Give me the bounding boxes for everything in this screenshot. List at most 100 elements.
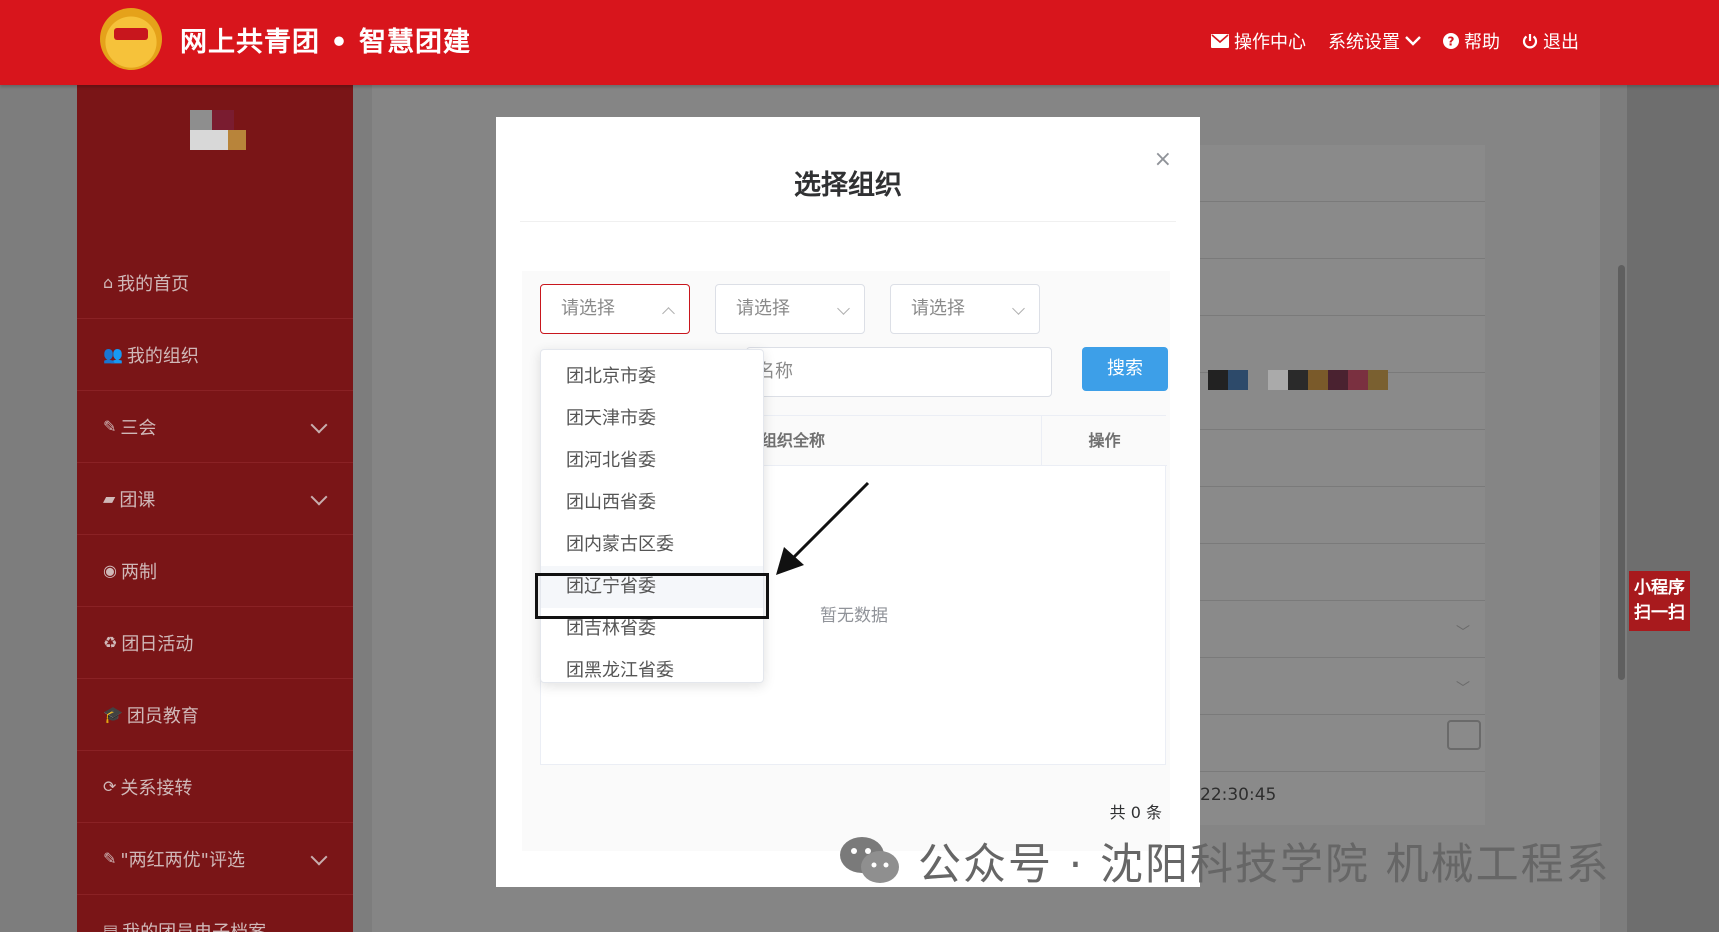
refresh-icon: ⟳ [103,777,117,796]
sidebar: ⌂ 我的首页 👥 我的组织 ✎ 三会 ▰ 团课 ◉ 两制 ♻ 团日活动 🎓 团员… [77,85,353,932]
mini-program-line1: 小程序 [1634,578,1685,598]
sidebar-item-my-org[interactable]: 👥 我的组织 [77,319,353,391]
sidebar-item-label: 团课 [119,489,156,511]
chevron-down-icon [837,302,850,315]
sidebar-item-label: "两红两优"评选 [120,849,245,871]
form-row [1190,202,1485,259]
pixelated-redaction [1208,370,1388,390]
chevron-down-icon: ﹀ [1456,681,1470,697]
chevron-down-icon [310,488,328,506]
total-count: 共 0 条 [1109,803,1162,822]
mini-program-line2: 扫一扫 [1634,603,1685,623]
sidebar-item-label: 三会 [120,417,157,439]
form-row [1190,601,1485,658]
chevron-down-icon [310,848,328,866]
form-row [1190,430,1485,487]
form-row [1190,715,1485,772]
org-name-input[interactable]: 名称 [746,347,1052,397]
target-icon: ◉ [103,561,117,580]
dropdown-option[interactable]: 团天津市委 [541,398,763,440]
sidebar-item-label: 我的首页 [117,273,190,295]
chevron-up-icon [662,307,675,320]
sidebar-item-home[interactable]: ⌂ 我的首页 [77,247,353,319]
scrollbar[interactable] [1618,265,1625,680]
form-row [1190,259,1485,316]
folder-icon: ▰ [103,489,116,508]
top-header: 网上共青团 • 智慧团建 操作中心 系统设置 ? 帮助 退出 [0,0,1719,85]
form-row [1190,544,1485,601]
nav-label: 系统设置 [1328,32,1400,53]
brand-title: 网上共青团 • 智慧团建 [180,27,472,58]
province-select[interactable]: 请选择 [540,284,690,334]
graduation-cap-icon: 🎓 [103,705,123,724]
chevron-down-icon: ﹀ [1456,625,1470,641]
dropdown-option[interactable]: 团河北省委 [541,440,763,482]
nav-logout[interactable]: 退出 [1522,28,1579,54]
sidebar-item-member-education[interactable]: 🎓 团员教育 [77,679,353,751]
divider [520,221,1176,222]
avatar [190,110,250,150]
nav-label: 退出 [1543,32,1579,53]
form-row [1190,145,1485,202]
help-icon: ? [1443,33,1459,49]
search-button[interactable]: 搜索 [1082,347,1168,391]
province-dropdown: 团北京市委 团天津市委 团河北省委 团山西省委 团内蒙古区委 团辽宁省委 团吉林… [540,349,764,683]
chevron-down-icon [310,416,328,434]
file-icon: ▤ [103,921,119,932]
edit-icon [1447,720,1481,750]
watermark-text: 公众号 · 沈阳科技学院 机械工程系 [918,840,1611,890]
district-select[interactable]: 请选择 [890,284,1040,334]
form-row [1190,658,1485,715]
nav-label: 帮助 [1464,32,1500,53]
select-placeholder: 请选择 [736,298,790,319]
column-header-action: 操作 [1041,416,1167,466]
sidebar-item-label: 我的组织 [126,345,199,367]
sidebar-item-league-day[interactable]: ♻ 团日活动 [77,607,353,679]
sidebar-item-label: 两制 [120,561,157,583]
dropdown-option[interactable]: 团黑龙江省委 [541,650,763,682]
select-organization-dialog: 选择组织 × 请选择 请选择 请选择 名称 搜索 组织全称 操作 暂无数据 共 … [496,117,1200,887]
annotation-arrow-icon [776,481,870,575]
mini-program-scan-button[interactable]: 小程序 扫一扫 [1629,571,1690,631]
sidebar-item-two-systems[interactable]: ◉ 两制 [77,535,353,607]
sidebar-item-relation-transfer[interactable]: ⟳ 关系接转 [77,751,353,823]
background-form-card [1190,145,1485,825]
nav-label: 操作中心 [1234,32,1306,53]
dialog-title: 选择组织 [794,170,902,201]
dropdown-option[interactable]: 团内蒙古区委 [541,524,763,566]
form-row [1190,316,1485,373]
edit-icon: ✎ [103,849,117,868]
youth-league-logo [100,8,162,70]
sidebar-item-label: 团日活动 [121,633,194,655]
nav-system-settings[interactable]: 系统设置 [1328,28,1421,54]
chevron-down-icon [1012,302,1025,315]
select-placeholder: 请选择 [911,298,965,319]
svg-text:?: ? [1448,35,1455,49]
nav-help[interactable]: ? 帮助 [1443,28,1500,54]
nav-operation-center[interactable]: 操作中心 [1211,28,1306,54]
sidebar-item-three-meetings[interactable]: ✎ 三会 [77,391,353,463]
dropdown-option[interactable]: 团北京市委 [541,356,763,398]
annotation-highlight-box [535,573,769,619]
select-placeholder: 请选择 [561,298,615,319]
right-gutter [1627,85,1719,932]
power-icon [1522,34,1538,49]
city-select[interactable]: 请选择 [715,284,865,334]
mail-icon [1211,34,1229,48]
close-icon[interactable]: × [1154,147,1172,172]
sidebar-item-league-class[interactable]: ▰ 团课 [77,463,353,535]
background-timestamp: 22:30:45 [1200,785,1277,805]
edit-icon: ✎ [103,417,117,436]
form-row [1190,487,1485,544]
sidebar-item-member-archive[interactable]: ▤ 我的团员电子档案 [77,895,353,932]
dropdown-option[interactable]: 团山西省委 [541,482,763,524]
sidebar-item-awards-selection[interactable]: ✎ "两红两优"评选 [77,823,353,895]
sidebar-item-label: 团员教育 [126,705,199,727]
chevron-down-icon [1405,36,1421,46]
sidebar-item-label: 关系接转 [120,777,193,799]
recycle-icon: ♻ [103,633,118,652]
users-icon: 👥 [103,345,123,364]
home-icon: ⌂ [103,273,114,292]
top-nav: 操作中心 系统设置 ? 帮助 退出 [1211,28,1579,54]
sidebar-item-label: 我的团员电子档案 [122,921,267,932]
